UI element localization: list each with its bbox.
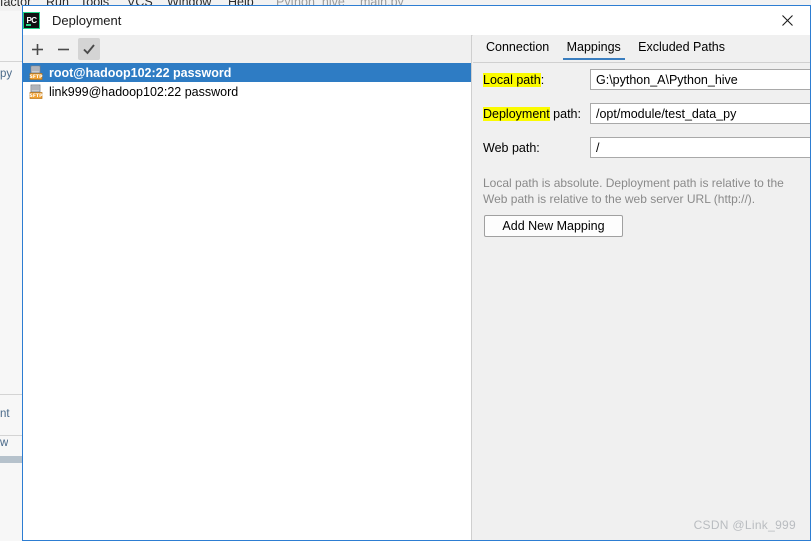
list-item[interactable]: SFTP link999@hadoop102:22 password [23, 82, 471, 101]
server-list-pane: SFTP root@hadoop102:22 password SFTP lin… [23, 35, 472, 540]
dialog-content: SFTP root@hadoop102:22 password SFTP lin… [23, 35, 810, 540]
local-path-label: Local path: [483, 72, 544, 88]
web-path-row: Web path: [473, 131, 810, 165]
dialog-title-bar: PC Deployment [23, 6, 810, 36]
ide-text-fragment: nt [0, 408, 10, 420]
svg-text:SFTP: SFTP [30, 93, 44, 99]
settings-pane: Connection Mappings Excluded Paths Local… [473, 35, 810, 540]
tab-connection[interactable]: Connection [479, 35, 556, 59]
set-default-checkmark-button[interactable] [78, 38, 100, 60]
add-new-mapping-button[interactable]: Add New Mapping [484, 215, 623, 237]
deployment-path-row: Deployment path: [473, 97, 810, 131]
ide-left-strip: py nt w [0, 11, 23, 541]
svg-text:SFTP: SFTP [30, 74, 44, 80]
deployment-path-label-rest: path: [549, 107, 581, 121]
csdn-watermark: CSDN @Link_999 [693, 518, 796, 532]
sftp-icon: SFTP [29, 84, 44, 99]
settings-tabs: Connection Mappings Excluded Paths [473, 35, 810, 63]
server-list-toolbar [23, 35, 471, 64]
list-item[interactable]: SFTP root@hadoop102:22 password [23, 63, 471, 82]
divider [0, 394, 22, 395]
tab-excluded-paths[interactable]: Excluded Paths [631, 35, 732, 59]
divider [0, 435, 22, 436]
deployment-path-label: Deployment path: [483, 106, 581, 122]
pycharm-logo-underbar [26, 24, 31, 26]
mappings-form: Local path: Deployment path: Web path: L… [473, 63, 810, 237]
tab-mappings[interactable]: Mappings [560, 35, 628, 60]
web-path-input[interactable] [590, 137, 810, 158]
local-path-label-colon: : [540, 73, 545, 87]
add-server-button[interactable] [26, 38, 48, 60]
local-path-row: Local path: [473, 63, 810, 97]
mappings-hint-line-2: Web path is relative to the web server U… [483, 192, 756, 206]
divider [0, 61, 22, 62]
dialog-title: Deployment [52, 13, 122, 28]
local-path-label-highlight: Local path [483, 73, 541, 87]
server-list[interactable]: SFTP root@hadoop102:22 password SFTP lin… [23, 63, 471, 540]
deployment-path-label-highlight: Deployment [483, 107, 550, 121]
ide-text-fragment: py [0, 68, 13, 80]
mappings-hint-line-1: Local path is absolute. Deployment path … [483, 176, 784, 190]
server-name: link999@hadoop102:22 password [49, 84, 239, 99]
pycharm-logo-icon: PC [23, 12, 40, 29]
remove-server-button[interactable] [52, 38, 74, 60]
sftp-icon: SFTP [29, 65, 44, 80]
ide-text-fragment: w [0, 437, 9, 449]
local-path-input[interactable] [590, 69, 810, 90]
web-path-label: Web path: [483, 141, 540, 155]
close-icon[interactable] [765, 6, 810, 35]
server-name: root@hadoop102:22 password [49, 65, 232, 80]
deployment-dialog: PC Deployment SFTP root@hadoop102:22 pas… [22, 5, 811, 541]
deployment-path-input[interactable] [590, 103, 810, 124]
ide-status-band [0, 456, 22, 463]
